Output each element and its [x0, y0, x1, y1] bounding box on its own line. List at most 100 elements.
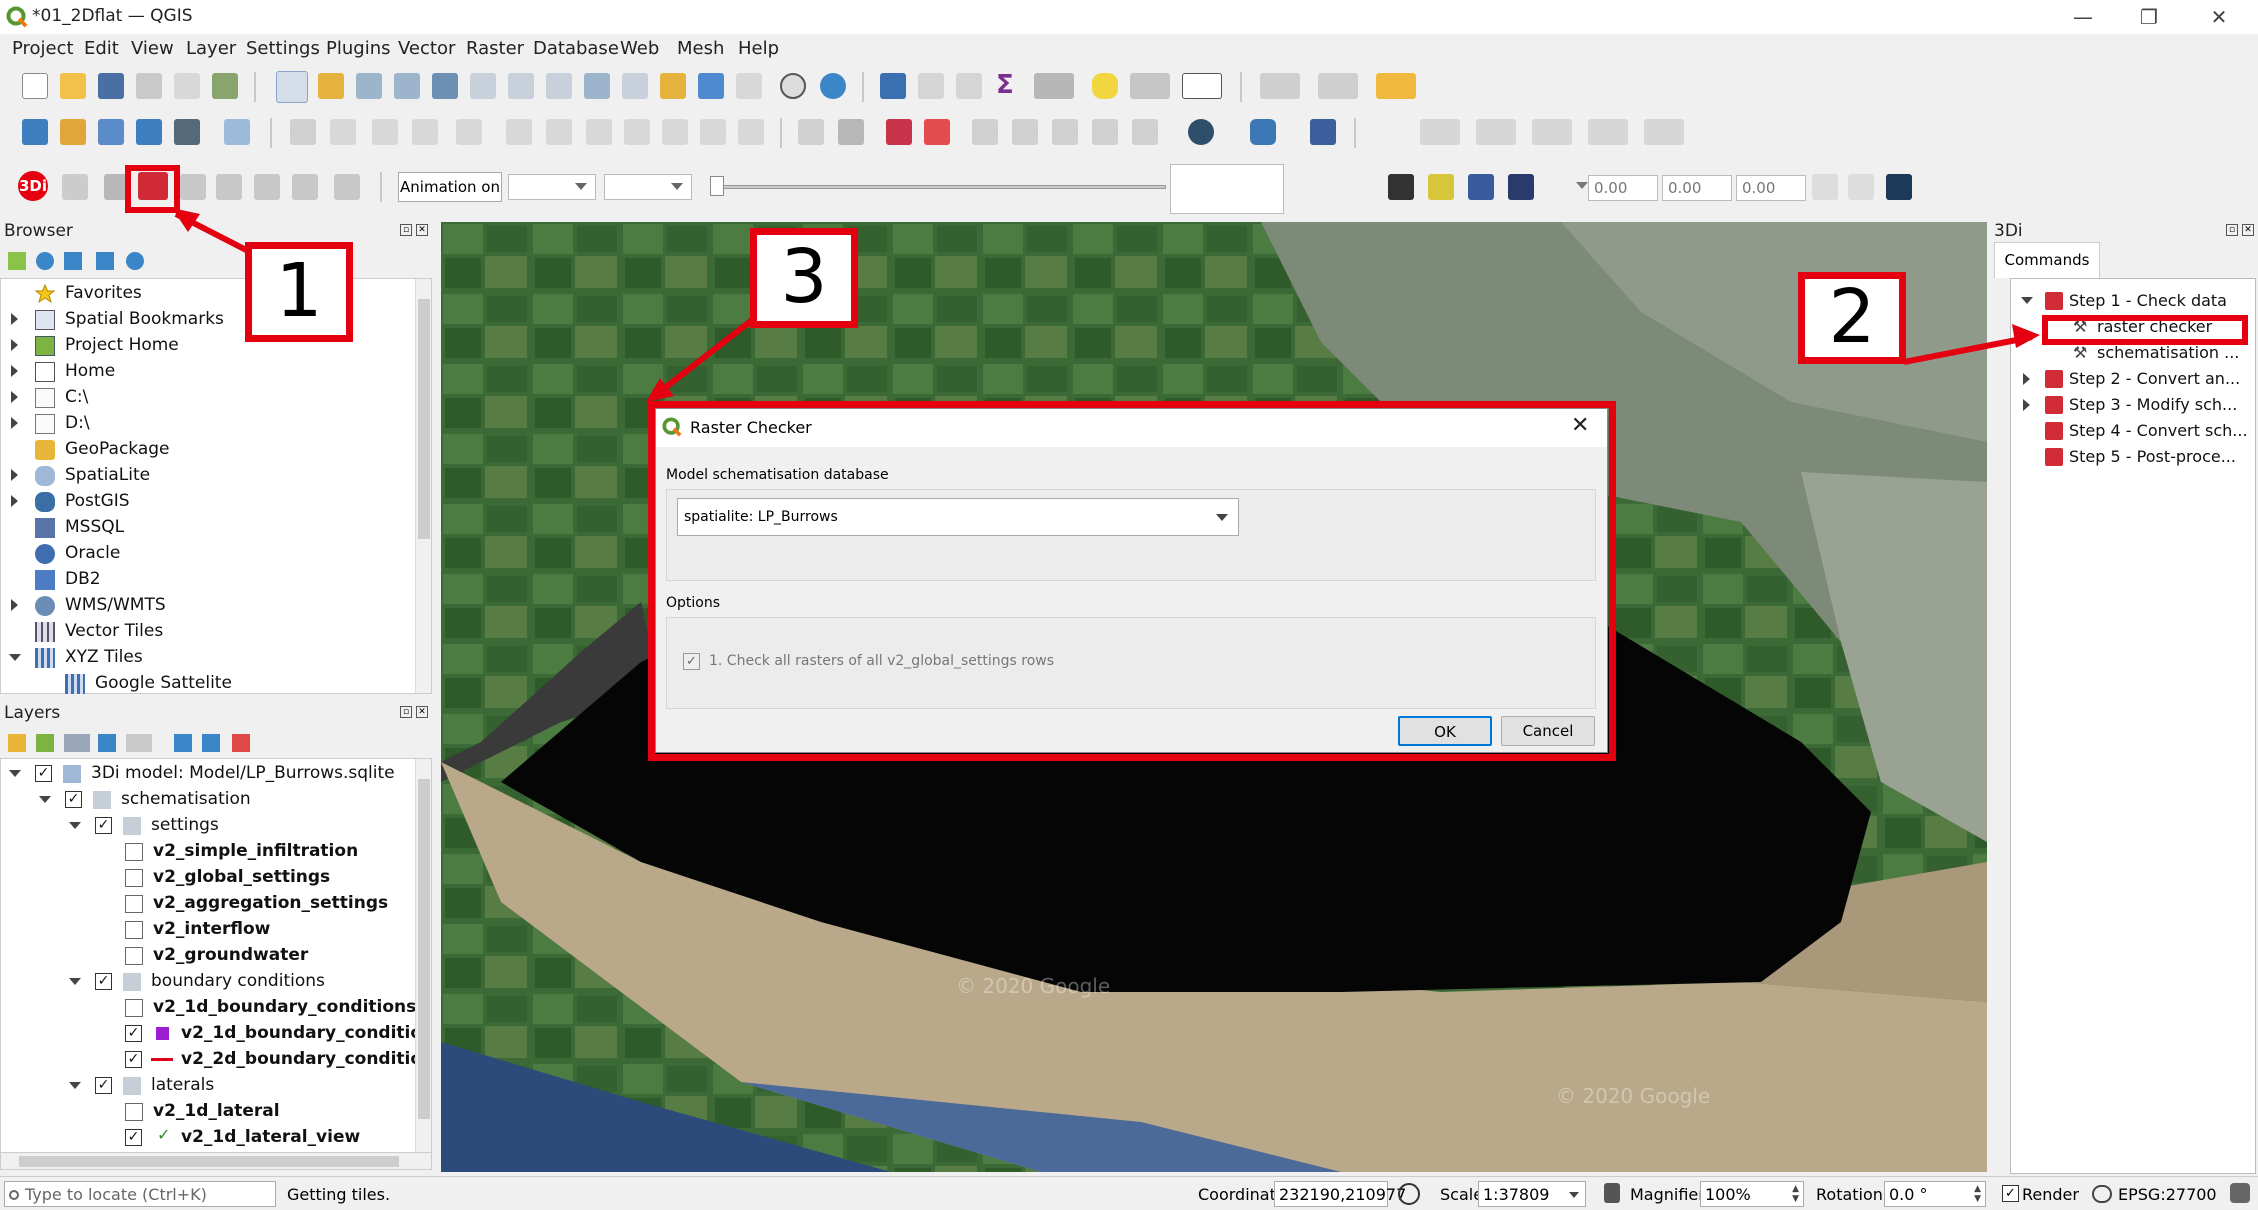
- menu-project[interactable]: Project: [12, 38, 74, 59]
- manage-themes-icon[interactable]: [64, 734, 90, 752]
- timestep-slider-handle[interactable]: [710, 176, 724, 196]
- pan-to-selection-icon[interactable]: [318, 73, 344, 99]
- menu-vector[interactable]: Vector: [398, 38, 455, 59]
- chevron-right-icon[interactable]: [11, 313, 18, 325]
- float-panel-icon[interactable]: ▫: [400, 224, 412, 236]
- zoom-in-icon[interactable]: [356, 73, 382, 99]
- add-group-icon[interactable]: [36, 734, 54, 752]
- coordinate-y-input[interactable]: 0.00: [1662, 175, 1732, 201]
- menu-settings[interactable]: Settings: [246, 38, 320, 59]
- map-tips-icon[interactable]: [1092, 73, 1118, 99]
- tree-item-step1[interactable]: Step 1 - Check data: [2011, 289, 2251, 315]
- browser-item-geopackage[interactable]: GeoPackage: [1, 437, 411, 463]
- digitize-shape-icon[interactable]: [1420, 119, 1460, 145]
- water-balance-icon[interactable]: [292, 174, 318, 200]
- add-virtual-layer-icon[interactable]: [224, 119, 250, 145]
- layer-item-v2-global-settings[interactable]: v2_global_settings: [1, 865, 415, 891]
- menu-help[interactable]: Help: [738, 38, 779, 59]
- layer-checkbox[interactable]: ✓: [95, 817, 112, 834]
- layer-item-v2-groundwater[interactable]: v2_groundwater: [1, 943, 415, 969]
- label-tool-icon[interactable]: [798, 119, 824, 145]
- chevron-right-icon[interactable]: [2023, 373, 2030, 385]
- toggle-extents-icon[interactable]: [1398, 1183, 1420, 1205]
- style-layer-icon[interactable]: [8, 734, 26, 752]
- chevron-down-icon[interactable]: [69, 822, 81, 829]
- layer-checkbox[interactable]: ✓: [35, 765, 52, 782]
- graph-icon[interactable]: [180, 174, 206, 200]
- threedi-logo-icon[interactable]: 3Di: [18, 171, 48, 201]
- animation-layer-select-2[interactable]: [604, 174, 692, 200]
- zoom-last-icon[interactable]: [584, 73, 610, 99]
- chevron-down-icon[interactable]: [2021, 297, 2033, 304]
- abc-label-icon[interactable]: [924, 119, 950, 145]
- globe-plugin-icon[interactable]: [1188, 119, 1214, 145]
- close-panel-icon[interactable]: ✕: [2242, 224, 2254, 236]
- layer-item-v2-2d-boundary-conditions[interactable]: ✓ v2_2d_boundary_conditions: [1, 1047, 431, 1073]
- rotate-left-icon[interactable]: [1812, 174, 1838, 200]
- float-panel-icon[interactable]: ▫: [2226, 224, 2238, 236]
- locator-icon[interactable]: [1130, 73, 1170, 99]
- chevron-right-icon[interactable]: [2023, 399, 2030, 411]
- chevron-right-icon[interactable]: [11, 599, 18, 611]
- chevron-down-icon[interactable]: [9, 770, 21, 777]
- collapse-all-icon[interactable]: [96, 252, 114, 270]
- locator-search-input[interactable]: Type to locate (Ctrl+K): [4, 1181, 276, 1207]
- layer-item-settings[interactable]: ✓ settings: [1, 813, 415, 839]
- magnifier-input[interactable]: 100% ▲ ▼: [1700, 1181, 1804, 1207]
- layer-checkbox[interactable]: ✓: [125, 1025, 142, 1042]
- new-geopackage-icon[interactable]: [60, 119, 86, 145]
- temporal-controller-icon[interactable]: [780, 73, 806, 99]
- label-move-icon[interactable]: [972, 119, 998, 145]
- layer-item-v2-1d-boundary-conditions-view[interactable]: ✓ v2_1d_boundary_conditions_: [1, 1021, 431, 1047]
- menu-raster[interactable]: Raster: [466, 38, 524, 59]
- layer-item-schematisation[interactable]: ✓ schematisation: [1, 787, 415, 813]
- label-highlight-icon[interactable]: [1132, 119, 1158, 145]
- browser-item-postgis[interactable]: PostGIS: [1, 489, 411, 515]
- chevron-right-icon[interactable]: [11, 339, 18, 351]
- restore-button[interactable]: ❐: [2126, 2, 2172, 32]
- layers-scrollbar[interactable]: [415, 759, 431, 1153]
- close-panel-icon[interactable]: ✕: [416, 706, 428, 718]
- layer-item-laterals[interactable]: ✓ laterals: [1, 1073, 415, 1099]
- browser-item-oracle[interactable]: Oracle: [1, 541, 411, 567]
- chevron-right-icon[interactable]: [11, 365, 18, 377]
- delete-selection-icon[interactable]: [1376, 73, 1416, 99]
- layer-item-v2-1d-lateral-view[interactable]: ✓ ✓ v2_1d_lateral_view: [1, 1125, 415, 1151]
- redo-icon[interactable]: [738, 119, 764, 145]
- cut-icon[interactable]: [586, 119, 612, 145]
- toggle-editing-icon[interactable]: [330, 119, 356, 145]
- statistics-sigma-icon[interactable]: Σ: [996, 70, 1014, 100]
- profile-tool-icon[interactable]: [1428, 174, 1454, 200]
- menu-edit[interactable]: Edit: [84, 38, 119, 59]
- filter-legend-icon[interactable]: [98, 734, 116, 752]
- layer-checkbox[interactable]: ✓: [95, 1077, 112, 1094]
- chevron-right-icon[interactable]: [11, 469, 18, 481]
- show-bookmarks-icon[interactable]: [736, 73, 762, 99]
- chevron-down-icon[interactable]: [69, 1082, 81, 1089]
- chevron-down-icon[interactable]: [39, 796, 51, 803]
- save-edits-icon[interactable]: [372, 119, 398, 145]
- layer-checkbox[interactable]: ✓: [65, 791, 82, 808]
- deselect-icon[interactable]: [1318, 73, 1358, 99]
- scale-select[interactable]: 1:37809: [1478, 1181, 1586, 1207]
- animation-layer-select-1[interactable]: [508, 174, 596, 200]
- close-window-button[interactable]: ✕: [2196, 2, 2242, 32]
- refresh-icon[interactable]: [820, 73, 846, 99]
- menu-database[interactable]: Database: [533, 38, 619, 59]
- import-sufhyd-icon[interactable]: [334, 174, 360, 200]
- open-project-icon[interactable]: [60, 73, 86, 99]
- raster-color-icon[interactable]: [1886, 174, 1912, 200]
- data-source-manager-icon[interactable]: [22, 119, 48, 145]
- close-panel-icon[interactable]: ✕: [416, 224, 428, 236]
- label-show-icon[interactable]: [1092, 119, 1118, 145]
- add-raster-icon[interactable]: [174, 119, 200, 145]
- label-rotate-icon[interactable]: [1012, 119, 1038, 145]
- browser-item-db2[interactable]: DB2: [1, 567, 411, 593]
- menu-view[interactable]: View: [131, 38, 174, 59]
- animation-toggle-button[interactable]: Animation on: [398, 172, 502, 202]
- chevron-down-icon[interactable]: [9, 654, 21, 661]
- rectangle-tool-icon[interactable]: [1588, 119, 1628, 145]
- browser-item-d-drive[interactable]: D:\: [1, 411, 411, 437]
- remove-layer-icon[interactable]: [232, 734, 250, 752]
- vertex-tool-icon[interactable]: [456, 119, 482, 145]
